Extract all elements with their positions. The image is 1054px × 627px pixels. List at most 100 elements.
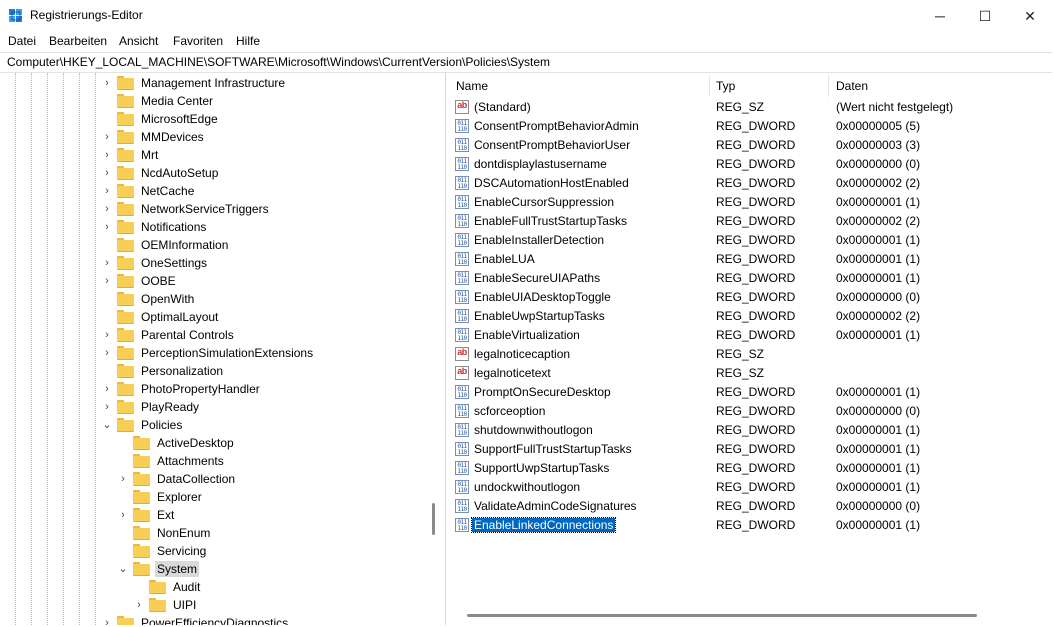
chevron-right-icon[interactable]: › xyxy=(102,202,112,216)
chevron-right-icon[interactable]: › xyxy=(102,616,112,625)
value-row[interactable]: 011 110 scforceoption REG_DWORD 0x00000000 (… xyxy=(447,402,1052,421)
chevron-right-icon[interactable]: › xyxy=(102,148,112,162)
folder-icon xyxy=(149,598,166,612)
column-header-type[interactable]: Typ xyxy=(716,73,735,99)
dword-value-icon: 011 110 xyxy=(455,309,469,323)
menu-hilfe[interactable]: Hilfe xyxy=(236,34,260,48)
value-type: REG_DWORD xyxy=(716,423,796,437)
value-row[interactable]: 011 110 SupportFullTrustStartupTasks REG_DW… xyxy=(447,440,1052,459)
value-row[interactable]: 011 110 EnableVirtualization REG_DWORD 0x000… xyxy=(447,326,1052,345)
value-data: 0x00000000 (0) xyxy=(836,290,921,304)
folder-icon xyxy=(133,454,150,468)
minimize-icon: ─ xyxy=(935,8,945,24)
chevron-right-icon[interactable]: › xyxy=(102,274,112,288)
value-row[interactable]: 011 110 DSCAutomationHostEnabled REG_DWORD 0… xyxy=(447,174,1052,193)
column-divider[interactable] xyxy=(709,75,710,97)
folder-icon xyxy=(117,238,134,252)
menu-datei[interactable]: Datei xyxy=(8,34,36,48)
value-row[interactable]: 011 110 SupportUwpStartupTasks REG_DWORD 0x0… xyxy=(447,459,1052,478)
value-row[interactable]: 011 110 EnableCursorSuppression REG_DWORD 0x… xyxy=(447,193,1052,212)
column-header-data[interactable]: Daten xyxy=(836,73,868,99)
registry-key-tree[interactable]: › Management Infrastructure Media Center Mi… xyxy=(0,73,446,625)
registry-values-list[interactable]: Name Typ Daten ab (Standard) REG_SZ (Wert n… xyxy=(447,73,1052,625)
menu-favoriten[interactable]: Favoriten xyxy=(173,34,223,48)
dword-value-icon: 011 110 xyxy=(455,499,469,513)
value-row[interactable]: ab legalnoticecaption REG_SZ xyxy=(447,345,1052,364)
value-name: EnableFullTrustStartupTasks xyxy=(474,214,627,228)
chevron-right-icon[interactable]: › xyxy=(102,184,112,198)
value-type: REG_SZ xyxy=(716,347,765,361)
maximize-button[interactable]: ☐ xyxy=(962,0,1008,32)
value-data: 0x00000001 (1) xyxy=(836,480,921,494)
address-bar[interactable]: Computer\HKEY_LOCAL_MACHINE\SOFTWARE\Mic… xyxy=(0,52,1052,73)
value-row[interactable]: ab legalnoticetext REG_SZ xyxy=(447,364,1052,383)
column-divider[interactable] xyxy=(828,75,829,97)
value-row[interactable]: 011 110 EnableFullTrustStartupTasks REG_DWO… xyxy=(447,212,1052,231)
chevron-right-icon[interactable]: › xyxy=(118,472,128,486)
tree-item-label: NetworkServiceTriggers xyxy=(141,202,269,216)
value-row[interactable]: 011 110 ValidateAdminCodeSignatures REG_DWO… xyxy=(447,497,1052,516)
close-button[interactable]: ✕ xyxy=(1007,0,1053,32)
chevron-right-icon[interactable]: › xyxy=(102,130,112,144)
value-row[interactable]: 011 110 ConsentPromptBehaviorUser REG_DWORD… xyxy=(447,136,1052,155)
value-name: dontdisplaylastusername xyxy=(474,157,607,171)
tree-item-label: OpenWith xyxy=(141,292,195,306)
value-row[interactable]: 011 110 PromptOnSecureDesktop REG_DWORD 0x00… xyxy=(447,383,1052,402)
value-data: 0x00000001 (1) xyxy=(836,233,921,247)
dword-value-icon: 011 110 xyxy=(455,328,469,342)
value-row[interactable]: ab (Standard) REG_SZ (Wert nicht festgelegt… xyxy=(447,98,1052,117)
chevron-down-icon[interactable]: ⌄ xyxy=(102,418,112,432)
value-name: EnableLUA xyxy=(474,252,535,266)
value-data: 0x00000001 (1) xyxy=(836,252,921,266)
folder-icon xyxy=(117,418,134,432)
value-row[interactable]: 011 110 EnableSecureUIAPaths REG_DWORD 0x000… xyxy=(447,269,1052,288)
menu-bearbeiten[interactable]: Bearbeiten xyxy=(49,34,107,48)
chevron-right-icon[interactable]: › xyxy=(102,328,112,342)
value-type: REG_DWORD xyxy=(716,499,796,513)
chevron-right-icon[interactable]: › xyxy=(102,76,112,90)
value-row[interactable]: 011 110 EnableUIADesktopToggle REG_DWORD 0x0… xyxy=(447,288,1052,307)
chevron-right-icon[interactable]: › xyxy=(102,346,112,360)
chevron-right-icon[interactable]: › xyxy=(102,256,112,270)
value-data: 0x00000002 (2) xyxy=(836,309,921,323)
dword-value-icon: 011 110 xyxy=(455,271,469,285)
minimize-button[interactable]: ─ xyxy=(917,0,963,32)
value-row[interactable]: 011 110 ConsentPromptBehaviorAdmin REG_DWOR… xyxy=(447,117,1052,136)
value-row[interactable]: 011 110 undockwithoutlogon REG_DWORD 0x00000… xyxy=(447,478,1052,497)
value-row[interactable]: 011 110 EnableLinkedConnections REG_DWORD 0x… xyxy=(447,516,1052,535)
folder-icon xyxy=(117,202,134,216)
chevron-right-icon[interactable]: › xyxy=(102,382,112,396)
value-name: ValidateAdminCodeSignatures xyxy=(474,499,637,513)
value-row[interactable]: 011 110 dontdisplaylastusername REG_DWORD 0x… xyxy=(447,155,1052,174)
value-row[interactable]: 011 110 shutdownwithoutlogon REG_DWORD 0x000… xyxy=(447,421,1052,440)
chevron-right-icon[interactable]: › xyxy=(118,508,128,522)
chevron-down-icon[interactable]: ⌄ xyxy=(118,562,128,576)
value-row[interactable]: 011 110 EnableLUA REG_DWORD 0x00000001 (1) xyxy=(447,250,1052,269)
chevron-right-icon[interactable]: › xyxy=(102,166,112,180)
column-header-name[interactable]: Name xyxy=(456,73,488,99)
chevron-right-icon[interactable]: › xyxy=(102,220,112,234)
value-name: EnableUwpStartupTasks xyxy=(474,309,605,323)
value-row[interactable]: 011 110 EnableUwpStartupTasks REG_DWORD 0x00… xyxy=(447,307,1052,326)
tree-item-label: System xyxy=(155,561,200,577)
value-name: EnableLinkedConnections xyxy=(470,517,617,533)
tree-item-label: PlayReady xyxy=(141,400,200,414)
tree-item-label: OEMInformation xyxy=(141,238,229,252)
folder-icon xyxy=(133,472,150,486)
menu-ansicht[interactable]: Ansicht xyxy=(119,34,158,48)
dword-value-icon: 011 110 xyxy=(455,442,469,456)
chevron-right-icon[interactable]: › xyxy=(134,598,144,612)
chevron-right-icon[interactable]: › xyxy=(102,400,112,414)
value-name: EnableCursorSuppression xyxy=(474,195,615,209)
tree-item-label: Personalization xyxy=(141,364,224,378)
dword-value-icon: 011 110 xyxy=(455,119,469,133)
value-type: REG_DWORD xyxy=(716,309,796,323)
value-name: legalnoticetext xyxy=(474,366,551,380)
value-data: 0x00000001 (1) xyxy=(836,195,921,209)
values-horizontal-scrollbar[interactable] xyxy=(467,614,977,617)
folder-icon xyxy=(117,310,134,324)
tree-vertical-scrollbar[interactable] xyxy=(432,503,435,535)
dword-value-icon: 011 110 xyxy=(455,214,469,228)
value-row[interactable]: 011 110 EnableInstallerDetection REG_DWORD 0… xyxy=(447,231,1052,250)
value-type: REG_DWORD xyxy=(716,214,796,228)
